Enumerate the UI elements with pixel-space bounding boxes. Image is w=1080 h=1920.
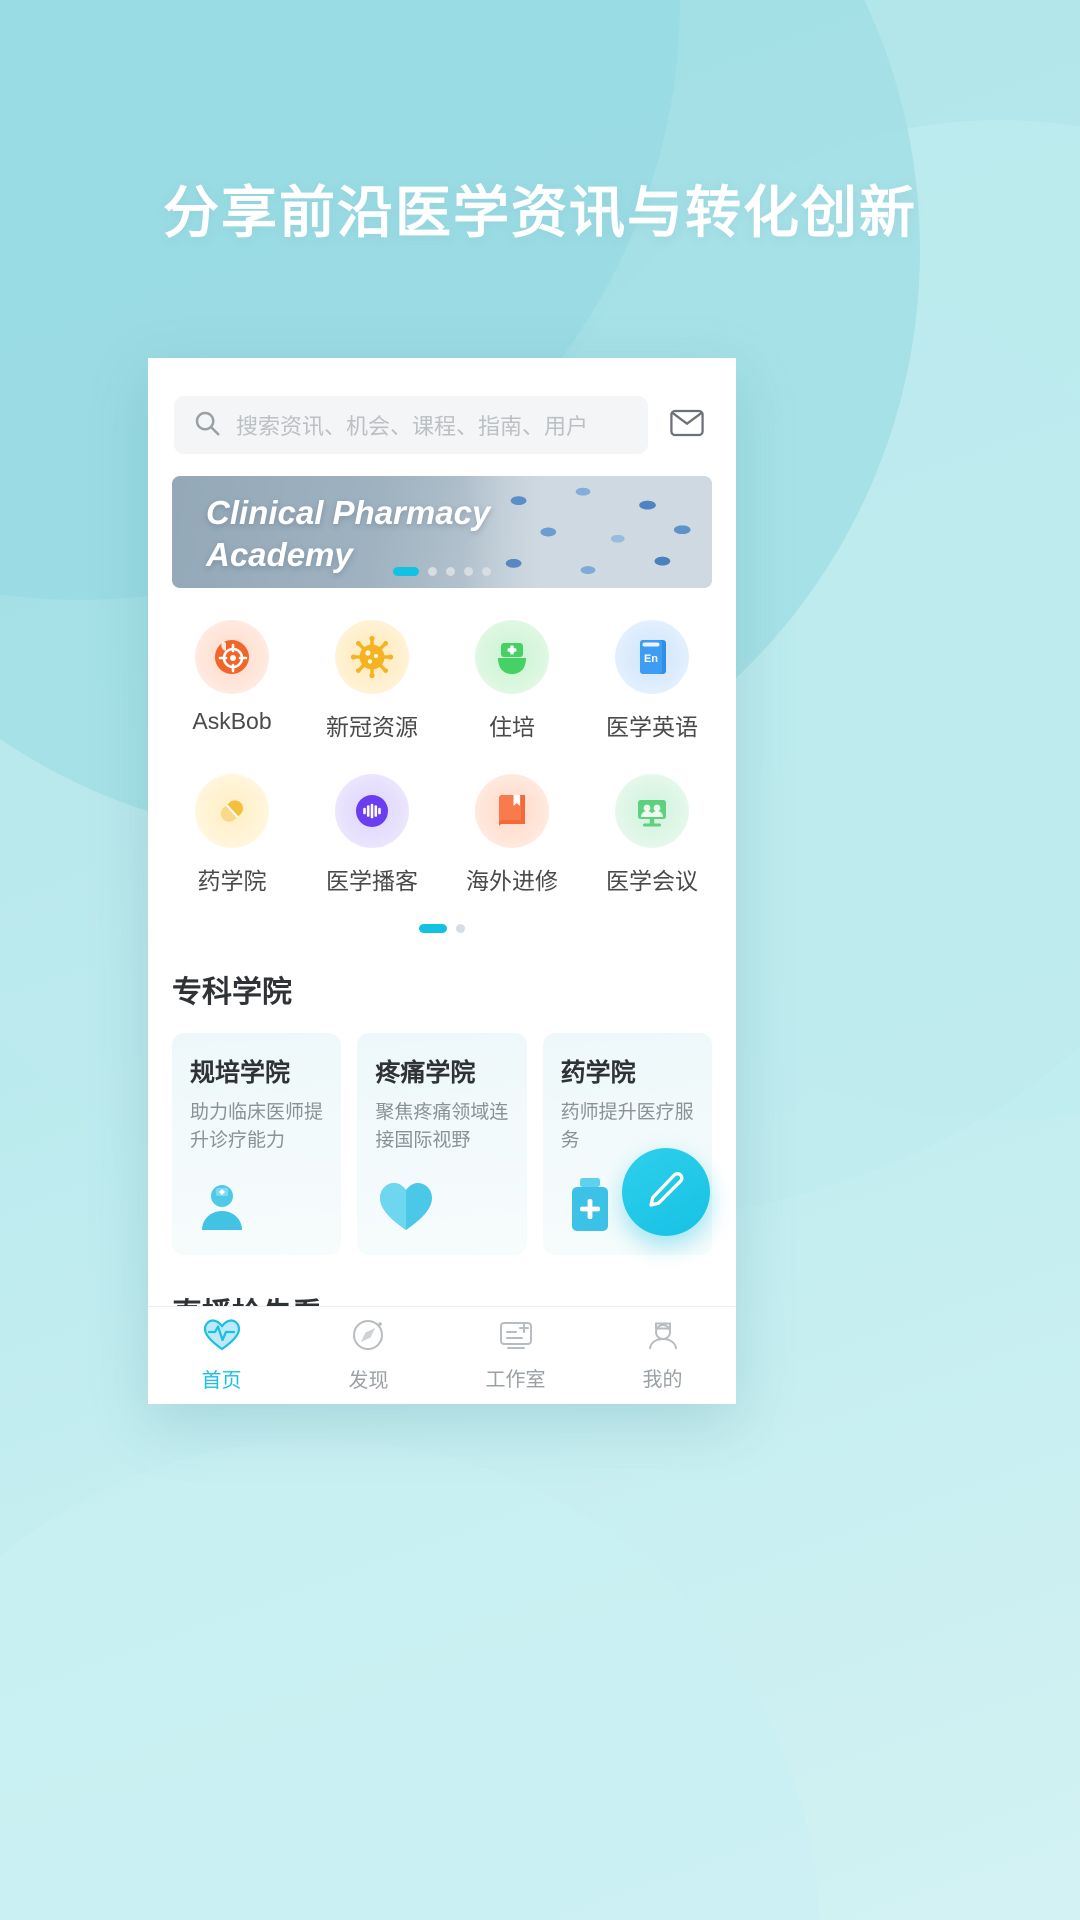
card-description: 助力临床医师提升诊疗能力 xyxy=(190,1102,324,1151)
grid-item-label: 新冠资源 xyxy=(326,714,418,740)
specialty-card-residency[interactable]: 规培学院 助力临床医师提升诊疗能力 xyxy=(172,1033,342,1255)
search-placeholder-text: 搜索资讯、机会、课程、指南、用户 xyxy=(236,414,589,439)
grid-item-residency[interactable]: 住培 xyxy=(442,610,582,756)
edit-pencil-icon xyxy=(646,1170,686,1215)
grid-pagination-dots[interactable] xyxy=(148,910,736,933)
grid-item-podcast[interactable]: 医学播客 xyxy=(302,764,442,910)
grid-item-label: 住培 xyxy=(489,714,535,740)
conference-icon xyxy=(615,774,689,848)
grid-item-label: AskBob xyxy=(192,708,272,734)
grid-item-medical-english[interactable]: En 医学英语 xyxy=(582,610,722,756)
nurse-cap-icon xyxy=(475,620,549,694)
doctor-icon xyxy=(192,1178,252,1239)
card-title: 规培学院 xyxy=(190,1059,291,1087)
promo-headline: 分享前沿医学资讯与转化创新 xyxy=(163,181,917,244)
search-row: 搜索资讯、机会、课程、指南、用户 xyxy=(148,358,736,454)
card-description: 聚焦疼痛领域连接国际视野 xyxy=(375,1102,509,1151)
banner-pagination-dots[interactable] xyxy=(393,567,491,576)
bookmark-book-icon xyxy=(475,774,549,848)
profile-icon xyxy=(646,1319,680,1356)
nav-item-label: 工作室 xyxy=(485,1369,546,1391)
capsule-icon xyxy=(195,774,269,848)
nav-item-workspace[interactable]: 工作室 xyxy=(442,1307,589,1404)
mail-button[interactable] xyxy=(664,402,710,448)
specialty-section-title: 专科学院 xyxy=(172,976,292,1009)
heartbeat-icon xyxy=(203,1318,241,1357)
grid-item-askbob[interactable]: AskBob xyxy=(162,610,302,756)
quick-entry-grid: AskBob 新冠资源 住培 En 医学英语 药学院 医学播客 海外进修 医学会… xyxy=(148,588,736,910)
heart-icon xyxy=(377,1180,435,1239)
svg-text:En: En xyxy=(644,653,658,665)
grid-item-label: 海外进修 xyxy=(466,868,558,894)
grid-item-label: 医学会议 xyxy=(606,868,698,894)
grid-item-label: 医学英语 xyxy=(606,714,698,740)
nav-item-label: 首页 xyxy=(201,1370,242,1392)
banner-dot[interactable] xyxy=(464,567,473,576)
compose-fab-button[interactable] xyxy=(622,1148,710,1236)
grid-item-covid[interactable]: 新冠资源 xyxy=(302,610,442,756)
book-en-icon: En xyxy=(615,620,689,694)
mail-icon xyxy=(670,409,704,442)
virus-icon xyxy=(335,620,409,694)
waveform-icon xyxy=(335,774,409,848)
nav-item-discover[interactable]: 发现 xyxy=(295,1307,442,1404)
banner-dot[interactable] xyxy=(428,567,437,576)
compass-icon xyxy=(351,1318,387,1357)
target-icon xyxy=(195,620,269,694)
promo-banner-carousel[interactable]: Clinical Pharmacy Academy xyxy=(172,476,712,588)
banner-dot[interactable] xyxy=(393,567,419,576)
search-icon xyxy=(192,408,222,443)
card-description: 药师提升医疗服务 xyxy=(560,1102,694,1151)
grid-item-overseas-study[interactable]: 海外进修 xyxy=(442,764,582,910)
phone-mockup: 搜索资讯、机会、课程、指南、用户 Clinical Pharmacy Acade… xyxy=(148,358,736,1404)
nav-item-label: 我的 xyxy=(642,1369,683,1391)
grid-item-label: 医学播客 xyxy=(326,868,418,894)
card-title: 疼痛学院 xyxy=(375,1059,476,1087)
search-input[interactable]: 搜索资讯、机会、课程、指南、用户 xyxy=(174,396,648,454)
specialty-card-pain[interactable]: 疼痛学院 聚焦疼痛领域连接国际视野 xyxy=(357,1033,527,1255)
grid-dot[interactable] xyxy=(456,924,465,933)
bottom-navigation: 首页 发现 工作室 我的 xyxy=(148,1306,736,1404)
nav-item-profile[interactable]: 我的 xyxy=(589,1307,736,1404)
banner-dot[interactable] xyxy=(482,567,491,576)
grid-item-conference[interactable]: 医学会议 xyxy=(582,764,722,910)
nav-item-home[interactable]: 首页 xyxy=(148,1307,295,1404)
grid-dot[interactable] xyxy=(419,924,447,933)
card-title: 药学院 xyxy=(560,1059,636,1087)
grid-item-pharmacy-academy[interactable]: 药学院 xyxy=(162,764,302,910)
workspace-icon xyxy=(498,1319,534,1356)
banner-dot[interactable] xyxy=(446,567,455,576)
nav-item-label: 发现 xyxy=(348,1370,389,1392)
medicine-bottle-icon xyxy=(563,1176,617,1239)
banner-title: Clinical Pharmacy Academy xyxy=(206,494,491,574)
grid-item-label: 药学院 xyxy=(197,868,267,894)
